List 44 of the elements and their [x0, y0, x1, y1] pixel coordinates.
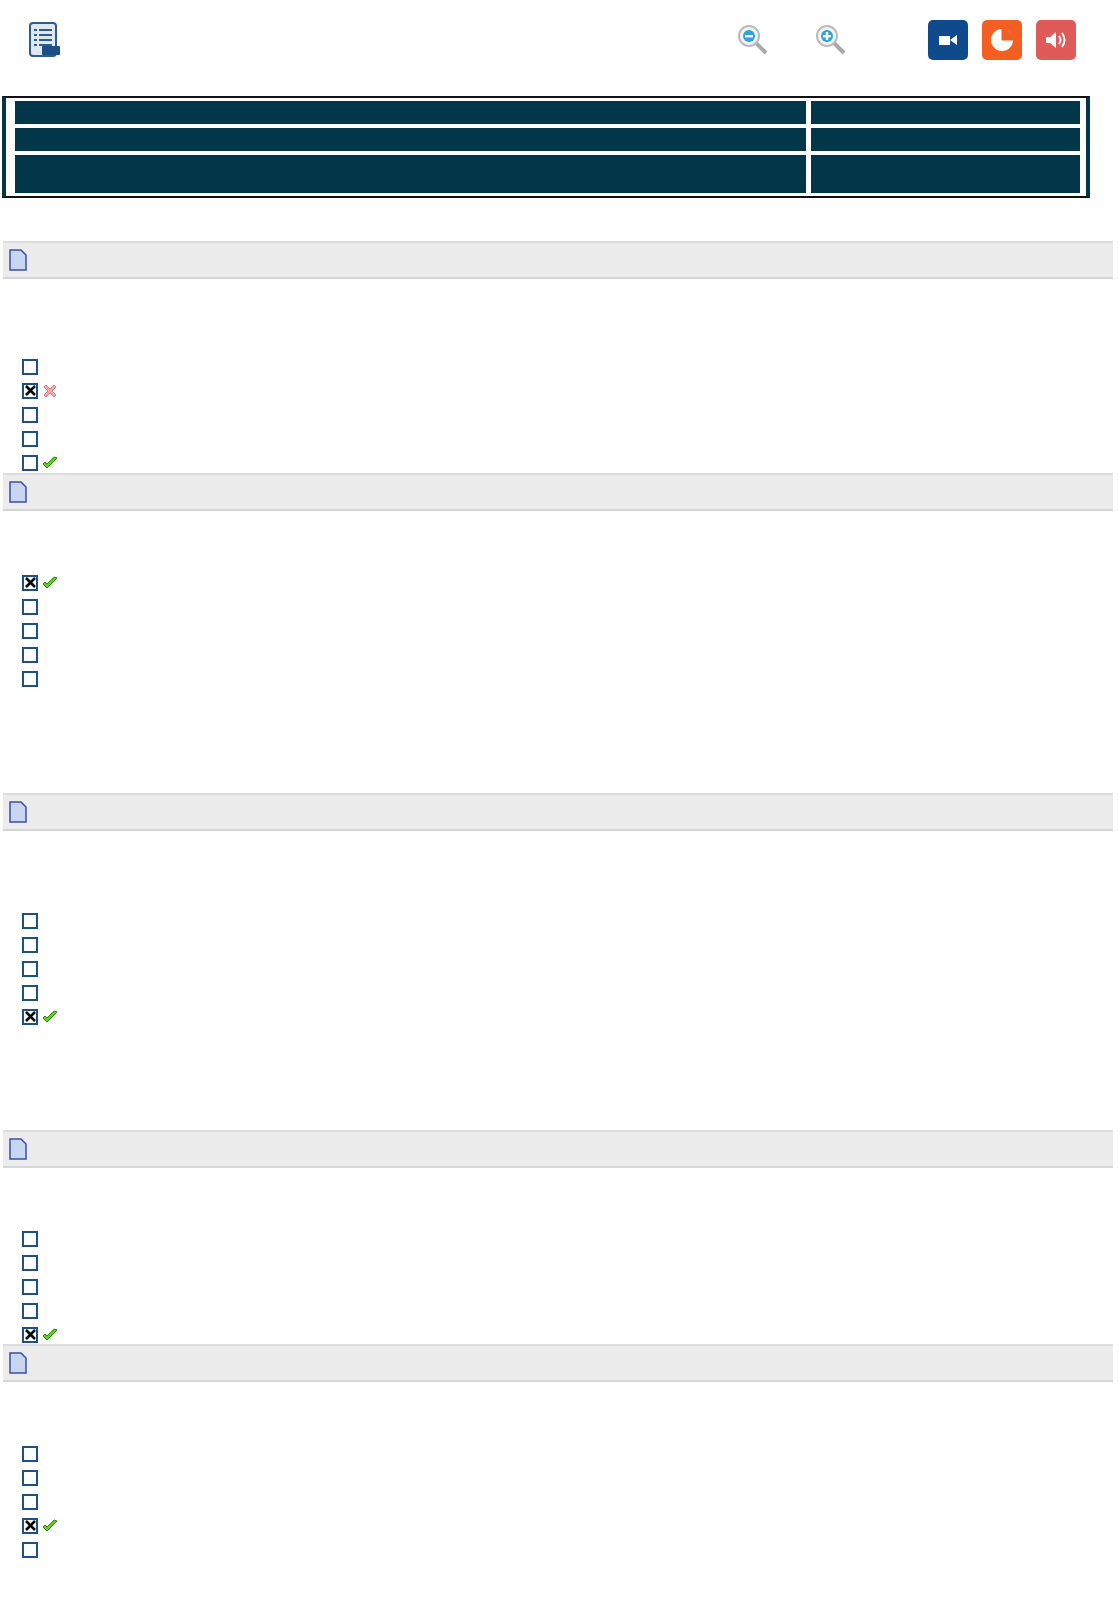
checkbox[interactable]: [22, 912, 38, 929]
checkbox[interactable]: [22, 1517, 38, 1534]
x-mark-icon: [24, 1329, 36, 1340]
x-mark-icon: [24, 577, 36, 588]
sound-button[interactable]: [1036, 20, 1076, 60]
document-list-icon[interactable]: [28, 22, 62, 58]
checkbox[interactable]: [22, 1326, 38, 1343]
document-icon: [9, 1138, 27, 1160]
document-icon: [9, 249, 27, 271]
chart-button[interactable]: [982, 20, 1022, 60]
checkbox[interactable]: [22, 406, 38, 423]
checkbox[interactable]: [22, 1278, 38, 1295]
checkbox[interactable]: [22, 1008, 38, 1025]
checkbox[interactable]: [22, 1230, 38, 1247]
checkbox[interactable]: [22, 358, 38, 375]
checkbox[interactable]: [22, 670, 38, 687]
checkbox[interactable]: [22, 1254, 38, 1271]
checkbox[interactable]: [22, 1493, 38, 1510]
checkbox[interactable]: [22, 430, 38, 447]
checkbox[interactable]: [22, 622, 38, 639]
x-mark-icon: [24, 1520, 36, 1531]
checkbox[interactable]: [22, 1445, 38, 1462]
checkbox[interactable]: [22, 1541, 38, 1558]
x-mark-icon: [24, 1011, 36, 1022]
document-icon: [9, 1352, 27, 1374]
checkbox[interactable]: [22, 454, 38, 471]
checkbox[interactable]: [22, 960, 38, 977]
checkbox[interactable]: [22, 598, 38, 615]
document-icon: [9, 801, 27, 823]
video-button[interactable]: [928, 20, 968, 60]
zoom-out-icon[interactable]: [736, 23, 770, 57]
checkbox[interactable]: [22, 984, 38, 1001]
speaker-icon: [1044, 30, 1068, 50]
checkbox[interactable]: [22, 1302, 38, 1319]
checkbox[interactable]: [22, 936, 38, 953]
document-icon: [9, 481, 27, 503]
checkbox[interactable]: [22, 574, 38, 591]
video-camera-icon: [938, 33, 958, 47]
x-mark-icon: [24, 385, 36, 396]
zoom-in-icon[interactable]: [814, 23, 848, 57]
checkbox[interactable]: [22, 1469, 38, 1486]
pie-chart-icon: [989, 27, 1015, 53]
checkbox[interactable]: [22, 382, 38, 399]
checkbox[interactable]: [22, 646, 38, 663]
